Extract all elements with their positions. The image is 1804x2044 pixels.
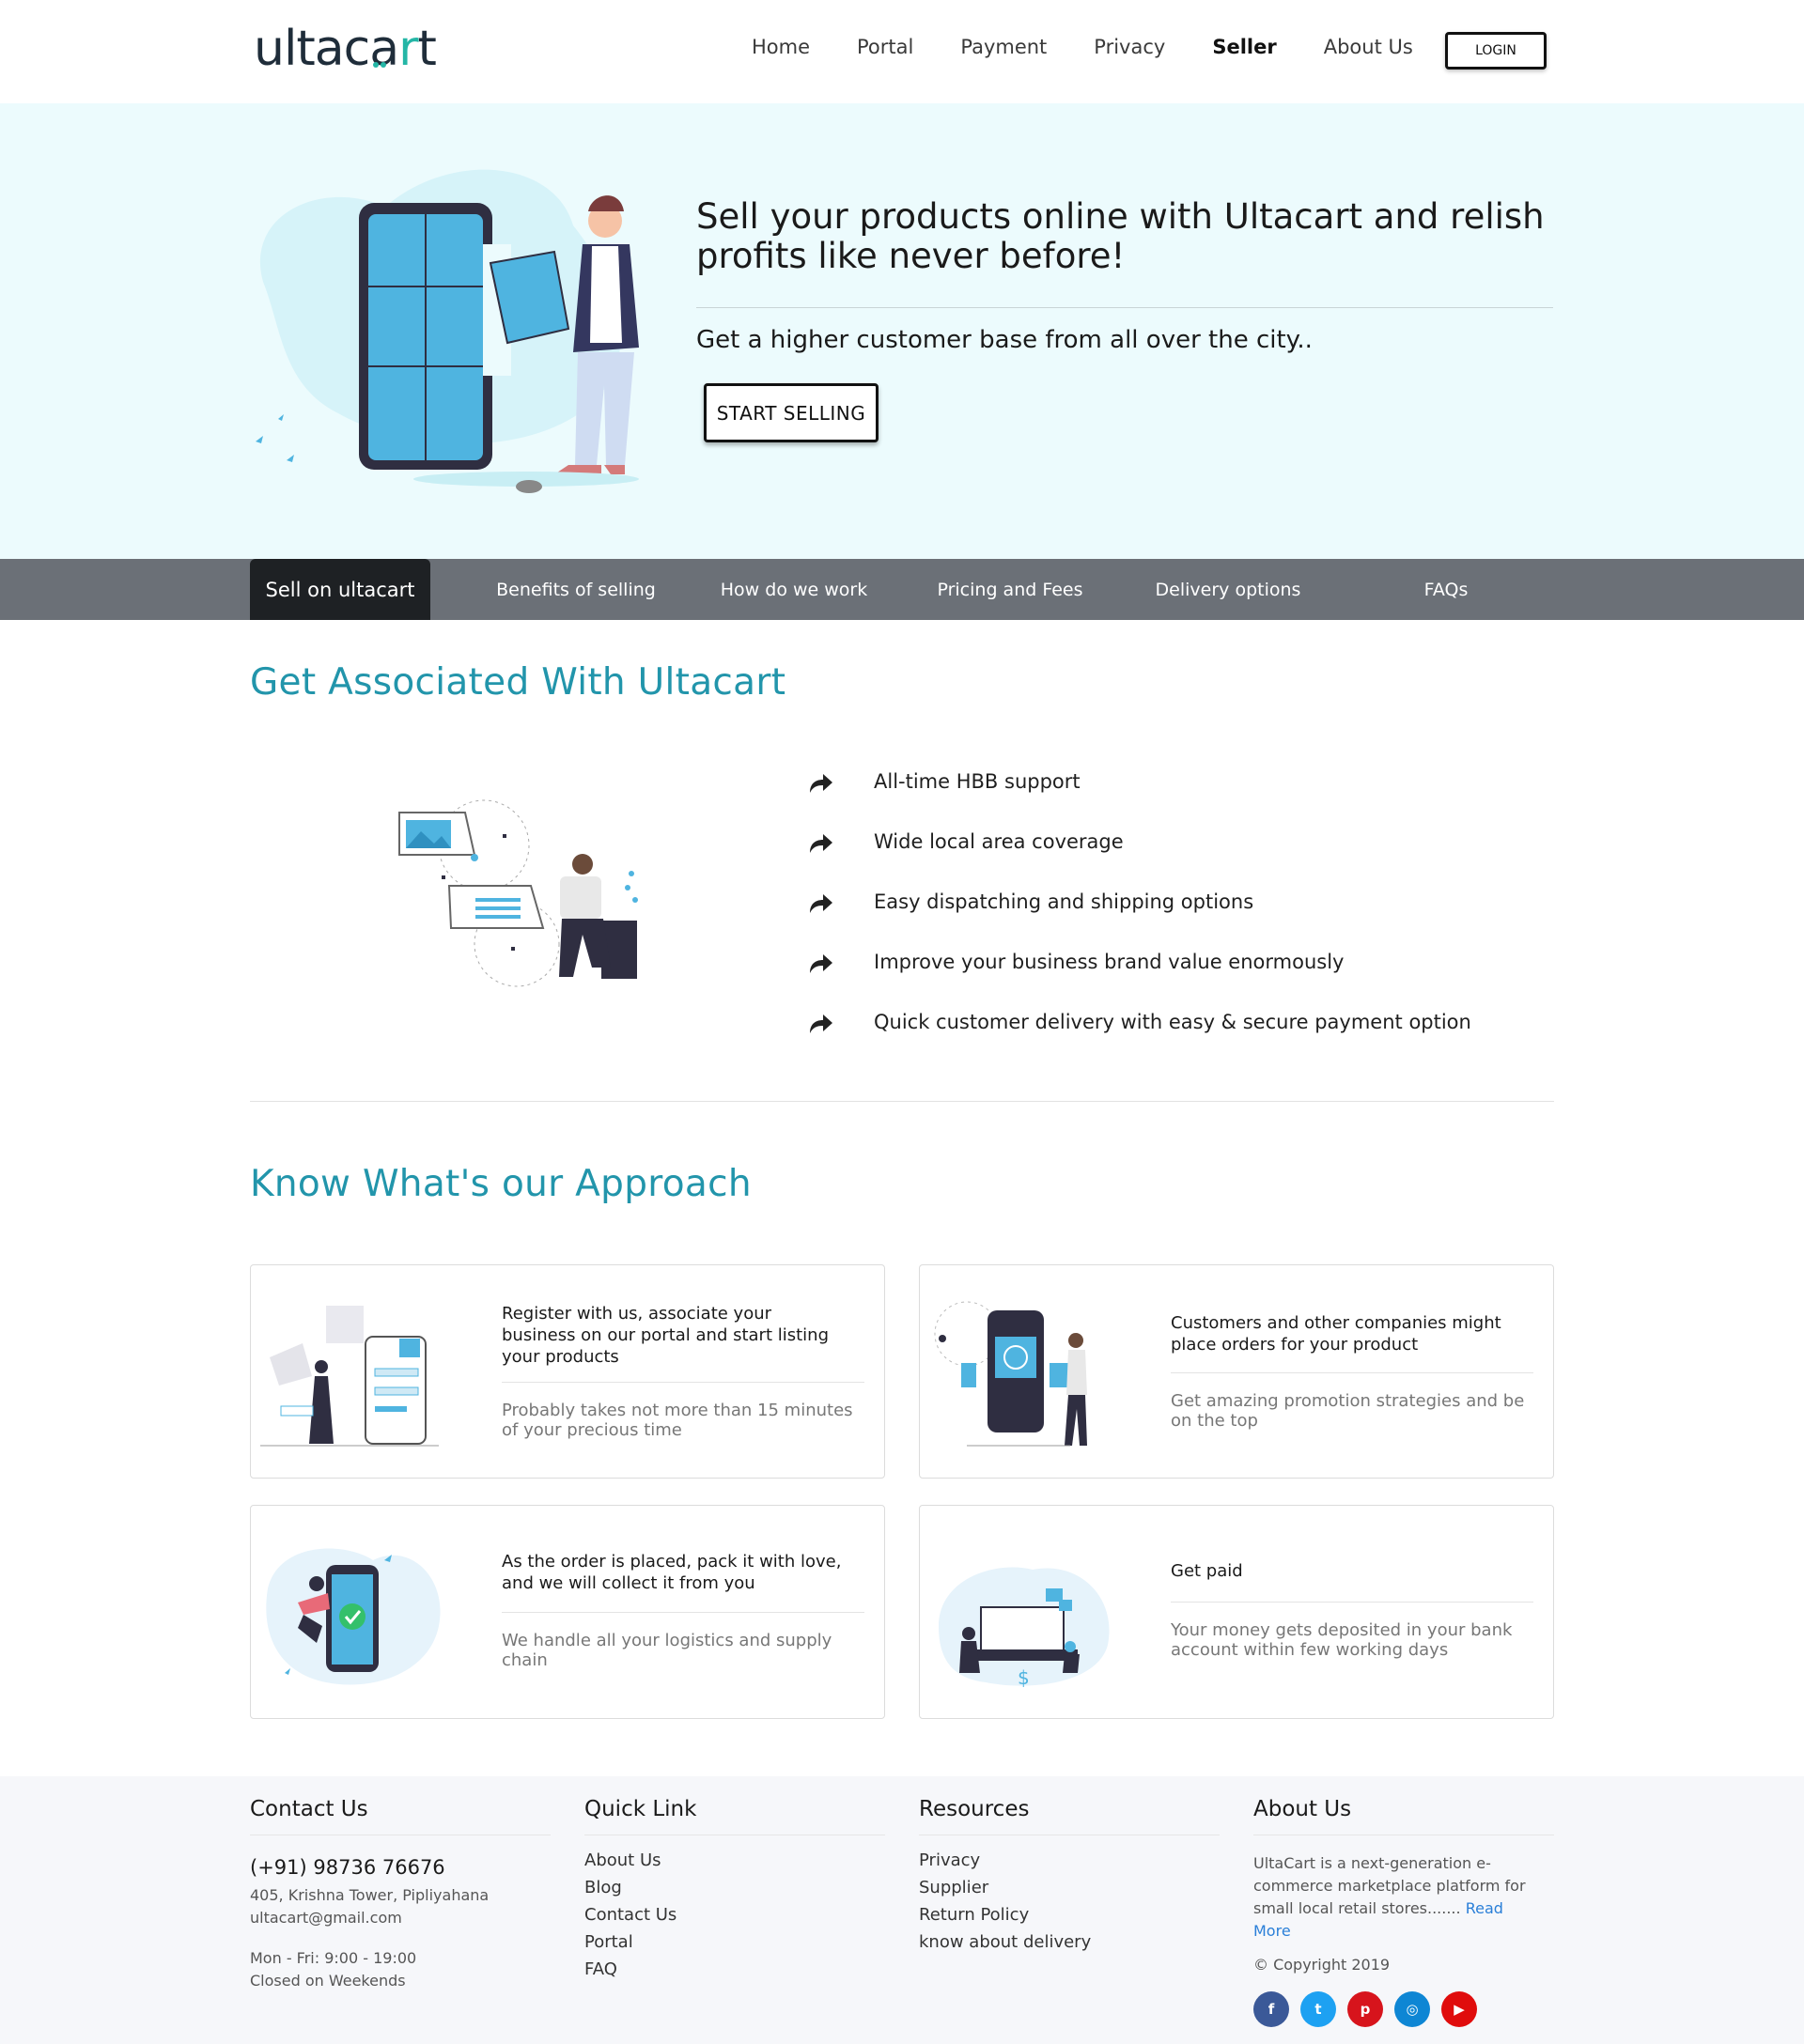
site-footer: Contact Us (+91) 98736 76676 405, Krishn…: [0, 1776, 1804, 2044]
hero-subtitle: Get a higher customer base from all over…: [696, 326, 1313, 354]
tab-sell-on-ultacart[interactable]: Sell on ultacart: [250, 559, 430, 620]
footer-link-privacy[interactable]: Privacy: [919, 1850, 1220, 1870]
nav-home[interactable]: Home: [752, 36, 810, 58]
contact-email[interactable]: ultacart@gmail.com: [250, 1907, 551, 1929]
start-selling-button[interactable]: START SELLING: [704, 383, 879, 442]
footer-contact-title: Contact Us: [250, 1797, 551, 1835]
associated-title: Get Associated With Ultacart: [250, 661, 786, 704]
nav-seller[interactable]: Seller: [1212, 36, 1276, 58]
tab-benefits[interactable]: Benefits of selling: [477, 559, 675, 620]
hero-divider: [696, 307, 1553, 308]
footer-about-title: About Us: [1253, 1797, 1554, 1835]
share-arrow-icon: [810, 954, 832, 973]
social-links: f t p ◎ ▶: [1253, 1991, 1554, 2027]
card-divider: [502, 1382, 864, 1383]
card-title: Customers and other companies might plac…: [1171, 1313, 1501, 1355]
card-divider: [1171, 1372, 1533, 1373]
puzzle-phone-illustration: [256, 169, 639, 493]
footer-link-contact[interactable]: Contact Us: [584, 1905, 885, 1925]
share-arrow-icon: [810, 774, 832, 793]
facebook-icon[interactable]: f: [1253, 1991, 1289, 2027]
site-header: ultacart Home Portal Payment Privacy Sel…: [0, 0, 1804, 103]
svg-text:$: $: [1018, 1666, 1030, 1689]
share-arrow-icon: [810, 894, 832, 913]
share-arrow-icon: [810, 834, 832, 853]
instagram-icon[interactable]: ◎: [1394, 1991, 1430, 2027]
footer-link-return-policy[interactable]: Return Policy: [919, 1905, 1220, 1925]
approach-card: As the order is placed, pack it with lov…: [250, 1505, 885, 1719]
footer-resources-title: Resources: [919, 1797, 1220, 1835]
approach-title: Know What's our Approach: [250, 1163, 752, 1205]
card-divider: [502, 1612, 864, 1613]
hero-title: Sell your products online with Ultacart …: [696, 196, 1545, 276]
nav-about[interactable]: About Us: [1324, 36, 1413, 58]
footer-quick-links: Quick Link About Us Blog Contact Us Port…: [584, 1797, 885, 1979]
approach-card: Customers and other companies might plac…: [919, 1264, 1554, 1479]
twitter-icon[interactable]: t: [1300, 1991, 1336, 2027]
tab-how-we-work[interactable]: How do we work: [695, 559, 893, 620]
footer-link-faq[interactable]: FAQ: [584, 1959, 885, 1979]
contact-address: 405, Krishna Tower, Pipliyahana: [250, 1886, 490, 1904]
tab-delivery[interactable]: Delivery options: [1129, 559, 1327, 620]
card-description: We handle all your logistics and supply …: [502, 1631, 832, 1670]
seller-tabs: Sell on ultacart Benefits of selling How…: [0, 559, 1804, 620]
customer-orders-illustration: [934, 1301, 1087, 1447]
cart-dots-icon: [373, 62, 386, 68]
nav-privacy[interactable]: Privacy: [1094, 36, 1165, 58]
tab-pricing[interactable]: Pricing and Fees: [911, 559, 1109, 620]
card-title: As the order is placed, pack it with lov…: [502, 1552, 842, 1593]
share-arrow-icon: [810, 1014, 832, 1033]
youtube-icon[interactable]: ▶: [1441, 1991, 1477, 2027]
tab-faqs[interactable]: FAQs: [1347, 559, 1545, 620]
footer-about-text: UltaCart is a next-generation e-commerce…: [1253, 1854, 1526, 1940]
approach-card: Register with us, associate your busines…: [250, 1264, 885, 1479]
packing-illustration: [266, 1548, 441, 1685]
card-title: Get paid: [1171, 1561, 1243, 1581]
register-illustration: [260, 1306, 439, 1447]
footer-resources: Resources Privacy Supplier Return Policy…: [919, 1797, 1220, 1952]
footer-link-about[interactable]: About Us: [584, 1850, 885, 1870]
contact-phone[interactable]: (+91) 98736 76676: [250, 1856, 551, 1879]
card-description: Probably takes not more than 15 minutes …: [502, 1401, 853, 1440]
footer-contact: Contact Us (+91) 98736 76676 405, Krishn…: [250, 1797, 551, 1992]
approach-card: $ Get paid Your money gets deposited in …: [919, 1505, 1554, 1719]
nav-payment[interactable]: Payment: [960, 36, 1047, 58]
footer-link-supplier[interactable]: Supplier: [919, 1878, 1220, 1897]
footer-about: About Us UltaCart is a next-generation e…: [1253, 1797, 1554, 2027]
presenter-illustration: [398, 799, 638, 987]
hero-section: Sell your products online with Ultacart …: [0, 103, 1804, 559]
logo[interactable]: ultacart: [254, 21, 437, 77]
footer-link-portal[interactable]: Portal: [584, 1932, 885, 1952]
contact-hours: Mon - Fri: 9:00 - 19:00: [250, 1949, 417, 1967]
footer-quick-title: Quick Link: [584, 1797, 885, 1835]
section-divider: [250, 1101, 1554, 1102]
pinterest-icon[interactable]: p: [1347, 1991, 1383, 2027]
nav-portal[interactable]: Portal: [857, 36, 913, 58]
footer-link-delivery[interactable]: know about delivery: [919, 1932, 1220, 1952]
footer-link-blog[interactable]: Blog: [584, 1878, 885, 1897]
get-paid-illustration: $: [939, 1567, 1110, 1689]
main-nav: Home Portal Payment Privacy Seller About…: [752, 36, 1460, 58]
copyright: © Copyright 2019: [1253, 1956, 1391, 1974]
card-description: Get amazing promotion strategies and be …: [1171, 1391, 1525, 1431]
login-button[interactable]: LOGIN: [1445, 32, 1547, 70]
card-divider: [1171, 1602, 1533, 1603]
contact-closed: Closed on Weekends: [250, 1972, 406, 1990]
card-title: Register with us, associate your busines…: [502, 1304, 830, 1367]
card-description: Your money gets deposited in your bank a…: [1171, 1620, 1513, 1660]
